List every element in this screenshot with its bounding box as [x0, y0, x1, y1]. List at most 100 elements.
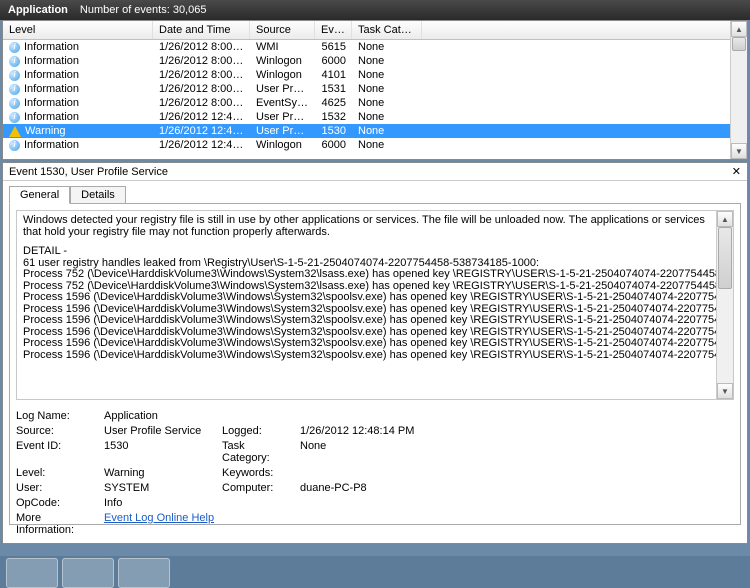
col-date[interactable]: Date and Time [153, 21, 250, 39]
cell-date: 1/26/2012 8:00:26 PM [153, 68, 250, 82]
cell-taskcat: None [352, 54, 422, 68]
info-icon: i [9, 112, 20, 123]
cell-level: Information [24, 110, 79, 124]
scroll-thumb[interactable] [732, 37, 746, 51]
taskbar-item[interactable] [118, 558, 170, 588]
taskbar-item[interactable] [62, 558, 114, 588]
message-lines: DETAIL -61 user registry handles leaked … [23, 246, 727, 361]
grid-body: iInformation1/26/2012 8:00:42 PMWMI5615N… [3, 40, 747, 152]
table-row[interactable]: iInformation1/26/2012 12:48:14 PMWinlogo… [3, 138, 747, 152]
cell-source: User Profile S... [250, 82, 315, 96]
taskbar[interactable] [0, 556, 750, 588]
col-taskcat[interactable]: Task Category [352, 21, 422, 39]
table-row[interactable]: iInformation1/26/2012 8:00:42 PMWMI5615N… [3, 40, 747, 54]
tab-details[interactable]: Details [70, 186, 126, 204]
event-message: Windows detected your registry file is s… [16, 210, 734, 400]
cell-date: 1/26/2012 8:00:23 PM [153, 82, 250, 96]
table-row[interactable]: i Information 1/26/2012 12:48:18 PMUser Pr… [3, 110, 747, 124]
scroll-down-icon[interactable]: ▼ [717, 383, 733, 399]
tab-content-general: Windows detected your registry file is s… [9, 203, 741, 525]
tab-general[interactable]: General [9, 186, 70, 204]
val-taskcat: None [300, 440, 450, 464]
cell-eventid: 6000 [315, 54, 352, 68]
cell-taskcat: None [352, 82, 422, 96]
event-properties: Log Name: Application Source: User Profi… [16, 410, 734, 536]
scroll-thumb[interactable] [718, 227, 732, 289]
msg-scrollbar[interactable]: ▲ ▼ [716, 211, 733, 399]
message-line: DETAIL - [23, 246, 711, 258]
table-row[interactable]: iInformation1/26/2012 8:00:23 PMUser Pro… [3, 82, 747, 96]
val-eventid: 1530 [104, 440, 214, 464]
lbl-user: User: [16, 482, 96, 494]
val-computer: duane-PC-P8 [300, 482, 450, 494]
log-subtitle: Number of events: 30,065 [80, 0, 207, 20]
cell-date: 1/26/2012 8:00:42 PM [153, 40, 250, 54]
val-level: Warning [104, 467, 214, 479]
col-eventid[interactable]: Event... [315, 21, 352, 39]
cell-level: Information [24, 68, 79, 82]
val-logged: 1/26/2012 12:48:14 PM [300, 425, 450, 437]
grid-scrollbar[interactable]: ▲ ▼ [730, 21, 747, 159]
cell-source: User Profile S... [250, 110, 315, 124]
detail-tabs: General Details [9, 185, 741, 203]
cell-eventid: 1531 [315, 82, 352, 96]
message-line: Process 1596 (\Device\HarddiskVolume3\Wi… [23, 350, 711, 362]
cell-source: WMI [250, 40, 315, 54]
cell-level: Information [24, 138, 79, 152]
cell-date: 1/26/2012 8:00:23 PM [153, 96, 250, 110]
cell-taskcat: None [352, 68, 422, 82]
val-source: User Profile Service [104, 425, 214, 437]
info-icon: i [9, 42, 20, 53]
cell-level: Information [24, 96, 79, 110]
lbl-opcode: OpCode: [16, 497, 96, 509]
val-keywords [300, 467, 450, 479]
lbl-keywords: Keywords: [222, 467, 292, 479]
info-icon: i [9, 70, 20, 81]
cell-date: 1/26/2012 12:48:14 PM [153, 124, 250, 138]
cell-taskcat: None [352, 40, 422, 54]
table-row[interactable]: i Information 1/26/2012 8:00:26 PMWinlogon… [3, 68, 747, 82]
cell-eventid: 4101 [315, 68, 352, 82]
cell-taskcat: None [352, 124, 422, 138]
cell-eventid: 1532 [315, 110, 352, 124]
cell-eventid: 6000 [315, 138, 352, 152]
cell-date: 1/26/2012 12:48:14 PM [153, 138, 250, 152]
col-level[interactable]: Level [3, 21, 153, 39]
message-line: Process 752 (\Device\HarddiskVolume3\Win… [23, 269, 711, 281]
info-icon: i [9, 56, 20, 67]
grid-header: Level Date and Time Source Event... Task… [3, 21, 747, 40]
event-grid: Level Date and Time Source Event... Task… [2, 20, 748, 160]
cell-eventid: 5615 [315, 40, 352, 54]
message-intro: Windows detected your registry file is s… [23, 215, 727, 238]
detail-header: Event 1530, User Profile Service ✕ [3, 163, 747, 181]
lbl-logname: Log Name: [16, 410, 96, 422]
link-event-log-online-help[interactable]: Event Log Online Help [104, 512, 450, 536]
cell-source: User Profile S... [250, 124, 315, 138]
cell-taskcat: None [352, 138, 422, 152]
table-row[interactable]: iInformation1/26/2012 8:00:23 PMEventSys… [3, 96, 747, 110]
val-logname: Application [104, 410, 450, 422]
log-titlebar: Application Number of events: 30,065 [0, 0, 750, 20]
scroll-up-icon[interactable]: ▲ [731, 21, 747, 37]
cell-date: 1/26/2012 8:00:37 PM [153, 54, 250, 68]
event-detail-pane: Event 1530, User Profile Service ✕ Gener… [2, 162, 748, 544]
info-icon: i [9, 98, 20, 109]
table-row[interactable]: iInformation1/26/2012 8:00:37 PMWinlogon… [3, 54, 747, 68]
close-icon[interactable]: ✕ [732, 165, 741, 178]
scroll-up-icon[interactable]: ▲ [717, 211, 733, 227]
lbl-logged: Logged: [222, 425, 292, 437]
cell-source: Winlogon [250, 54, 315, 68]
log-title: Application [8, 0, 68, 20]
lbl-level: Level: [16, 467, 96, 479]
scroll-down-icon[interactable]: ▼ [731, 143, 747, 159]
info-icon: i [9, 140, 20, 151]
lbl-eventid: Event ID: [16, 440, 96, 464]
taskbar-item[interactable] [6, 558, 58, 588]
cell-source: Winlogon [250, 68, 315, 82]
cell-level: Warning [25, 124, 66, 138]
cell-date: 1/26/2012 12:48:18 PM [153, 110, 250, 124]
val-user: SYSTEM [104, 482, 214, 494]
table-row[interactable]: Warning 1/26/2012 12:48:14 PMUser Profile… [3, 124, 747, 138]
col-source[interactable]: Source [250, 21, 315, 39]
lbl-moreinfo: More Information: [16, 512, 96, 536]
